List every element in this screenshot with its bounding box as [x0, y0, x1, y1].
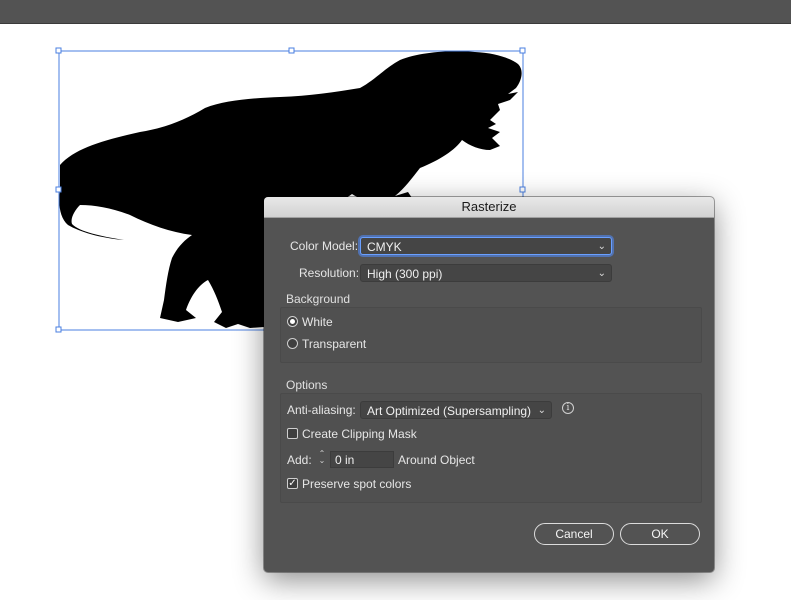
color-model-label: Color Model:: [290, 239, 359, 253]
resolution-label: Resolution:: [299, 266, 360, 280]
options-group-title: Options: [286, 378, 328, 392]
ok-button[interactable]: OK: [620, 523, 700, 545]
preserve-spot-label: Preserve spot colors: [302, 477, 412, 491]
anti-aliasing-label: Anti-aliasing:: [287, 403, 356, 417]
resolution-value: High (300 ppi): [367, 267, 443, 281]
add-suffix-label: Around Object: [398, 453, 475, 467]
cancel-button[interactable]: Cancel: [534, 523, 614, 545]
color-model-select[interactable]: CMYK ⌄: [360, 237, 612, 255]
clipping-mask-label: Create Clipping Mask: [302, 427, 417, 441]
chevron-down-icon: ⌄: [597, 268, 606, 279]
chevron-down-icon: ⌄: [537, 405, 546, 416]
background-white-radio[interactable]: [287, 316, 298, 327]
add-label: Add:: [287, 453, 312, 467]
background-transparent-radio[interactable]: [287, 338, 298, 349]
info-icon[interactable]: i: [562, 402, 574, 414]
checkmark-icon: ✓: [288, 478, 297, 489]
background-white-label: White: [302, 315, 333, 329]
add-amount-input[interactable]: 0 in: [330, 451, 394, 468]
resolution-select[interactable]: High (300 ppi) ⌄: [360, 264, 612, 282]
background-group-title: Background: [286, 292, 351, 306]
color-model-value: CMYK: [367, 240, 402, 254]
chevron-down-icon: ⌄: [597, 241, 606, 252]
preserve-spot-checkbox[interactable]: ✓: [287, 478, 298, 489]
anti-aliasing-value: Art Optimized (Supersampling): [367, 404, 532, 418]
rasterize-dialog: Rasterize Color Model: CMYK ⌄ Resolution…: [264, 197, 714, 572]
clipping-mask-checkbox[interactable]: [287, 428, 298, 439]
background-transparent-label: Transparent: [302, 337, 367, 351]
dialog-title: Rasterize: [264, 197, 714, 218]
background-group: [280, 307, 702, 363]
anti-aliasing-select[interactable]: Art Optimized (Supersampling) ⌄: [360, 401, 552, 419]
stepper-icon[interactable]: ⌃ ⌄: [317, 450, 327, 465]
